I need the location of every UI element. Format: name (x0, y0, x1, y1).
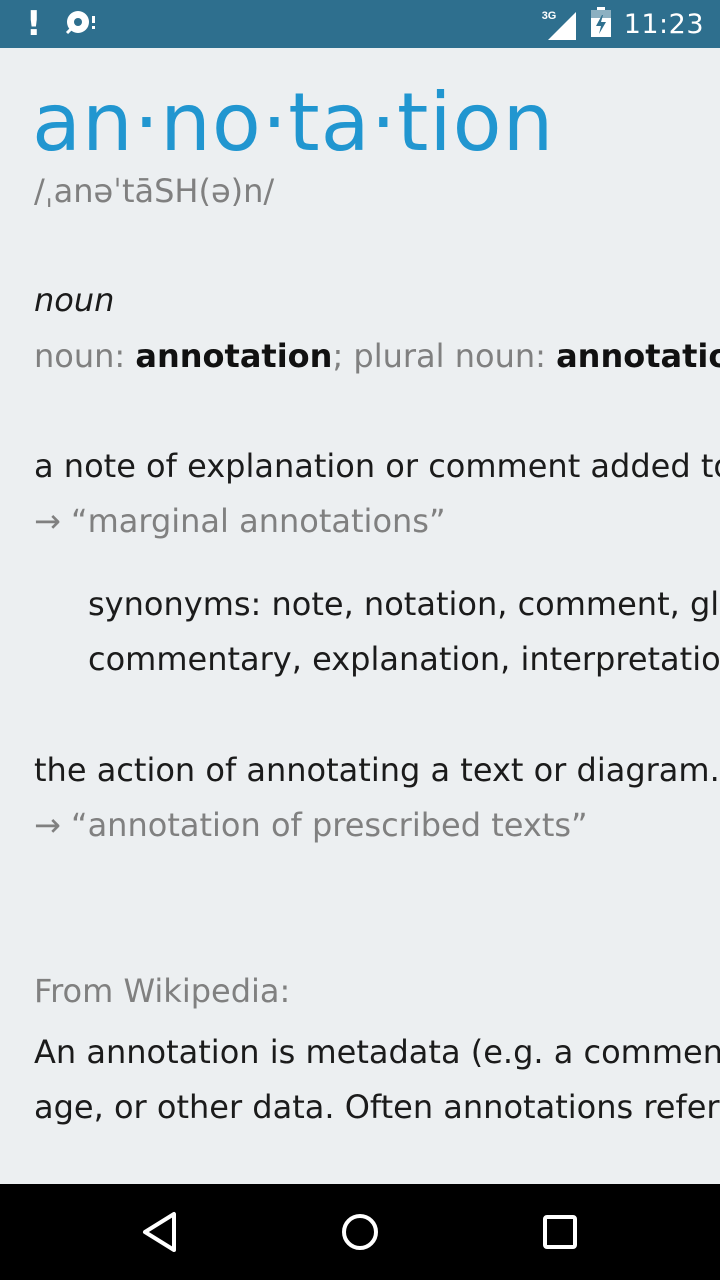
dictionary-entry: an·no·ta·tion /ˌanəˈtāSH(ə)n/ noun noun:… (0, 48, 720, 1184)
noun-label: noun: (34, 337, 136, 375)
definition-1: a note of explanation or comment added t… (34, 447, 720, 485)
back-icon (143, 1212, 176, 1252)
forms-separator: ; (332, 337, 354, 375)
signal-icon: 3G (542, 4, 578, 44)
plural-form: annotations (556, 337, 720, 375)
clock: 11:23 (623, 8, 704, 40)
noun-form: annotation (135, 337, 333, 375)
recents-icon (543, 1215, 577, 1249)
phonetic-spelling: /ˌanəˈtāSH(ə)n/ (34, 172, 275, 210)
sync-icon (64, 7, 98, 42)
example-2: → “annotation of prescribed texts” (34, 806, 588, 844)
status-bar: ! 3G 11:23 (0, 0, 720, 48)
example-1: → “marginal annotations” (34, 502, 446, 540)
recents-button[interactable] (520, 1204, 600, 1260)
alert-icon: ! (26, 4, 42, 44)
navigation-bar (0, 1184, 720, 1280)
plural-label: plural noun: (353, 337, 557, 375)
wikipedia-text-line-1: An annotation is metadata (e.g. a commen… (34, 1033, 720, 1071)
headword: an·no·ta·tion (32, 76, 555, 169)
home-button[interactable] (320, 1204, 400, 1260)
battery-charging-icon (590, 6, 612, 42)
definition-2: the action of annotating a text or diagr… (34, 751, 720, 789)
back-button[interactable] (120, 1204, 200, 1260)
word-forms: noun: annotation; plural noun: annotatio… (34, 337, 720, 375)
part-of-speech: noun (34, 281, 115, 319)
wikipedia-label: From Wikipedia: (34, 972, 291, 1010)
synonyms-line-2: commentary, explanation, interpretation (88, 640, 720, 678)
home-icon (342, 1214, 378, 1250)
wikipedia-text-line-2: age, or other data. Often annotations re… (34, 1088, 720, 1126)
synonyms-line-1: synonyms: note, notation, comment, gloss… (88, 585, 720, 623)
